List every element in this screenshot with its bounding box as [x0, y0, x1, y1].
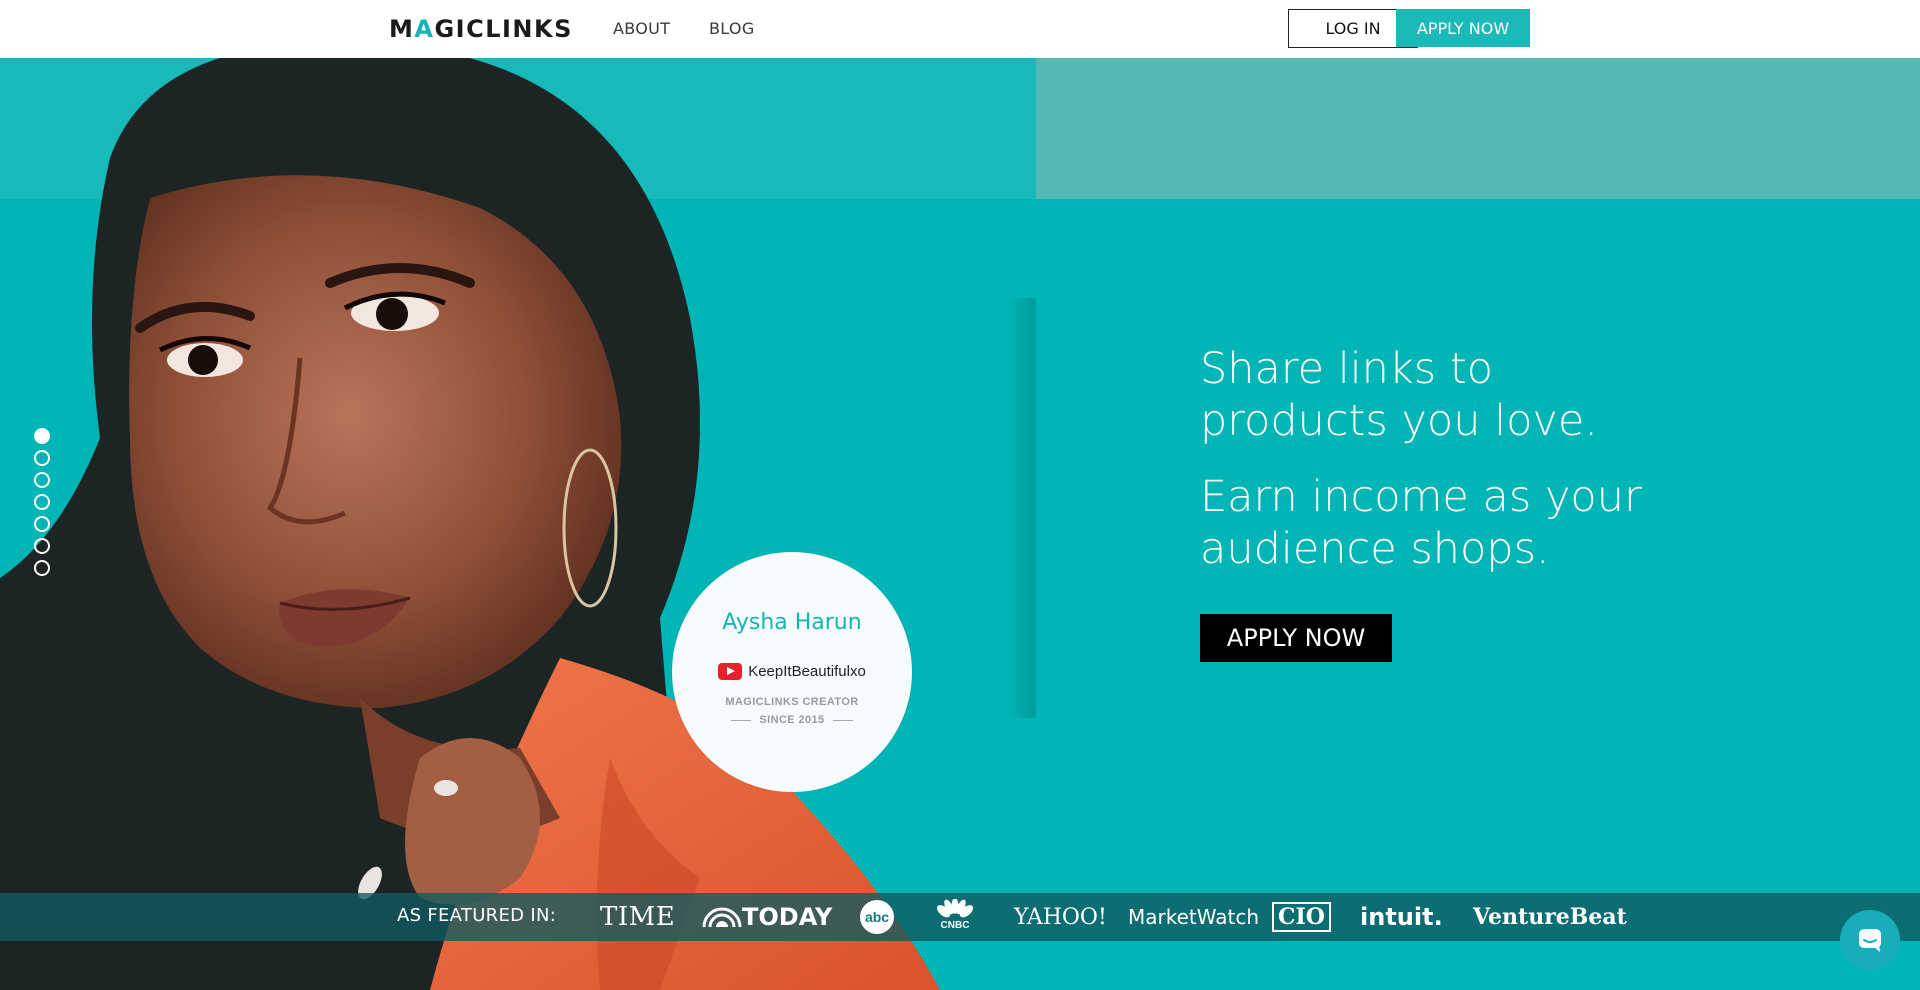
creator-since-text: SINCE 2015: [759, 714, 825, 726]
nav-blog-link[interactable]: BLOG: [709, 19, 755, 38]
abc-logo: abc: [860, 900, 894, 934]
hero-divider-shadow: [1006, 298, 1036, 718]
slide-dot-5[interactable]: [34, 516, 50, 532]
venturebeat-logo: VentureBeat: [1473, 904, 1627, 930]
slide-dot-7[interactable]: [34, 560, 50, 576]
hero-headline-line-1: Share links to products you love.: [1200, 344, 1598, 446]
today-logo: TODAY: [702, 901, 832, 933]
apply-now-header-button[interactable]: APPLY NOW: [1396, 9, 1530, 47]
slide-dot-4[interactable]: [34, 494, 50, 510]
creator-card: Aysha Harun KeepItBeautifulxo MAGICLINKS…: [672, 552, 912, 792]
hero-top-band-right: [1036, 58, 1920, 199]
hero-section: Aysha Harun KeepItBeautifulxo MAGICLINKS…: [0, 58, 1920, 990]
nbc-peacock-icon: [936, 899, 974, 918]
logo-text: GICLINKS: [434, 15, 573, 43]
yahoo-finance-logo: YAHOO!: [1014, 904, 1107, 930]
magiclinks-logo[interactable]: MAGICLINKS: [389, 15, 573, 43]
nav-about-link[interactable]: ABOUT: [613, 19, 670, 38]
chat-launcher-button[interactable]: [1840, 910, 1900, 970]
logo-letter: M: [389, 15, 415, 43]
slide-dot-6[interactable]: [34, 538, 50, 554]
top-navbar: MAGICLINKS ABOUT BLOG LOG IN APPLY NOW: [0, 0, 1920, 58]
today-sun-icon: [702, 907, 742, 927]
chat-icon: [1859, 929, 1881, 952]
slide-dot-3[interactable]: [34, 472, 50, 488]
creator-since: SINCE 2015: [672, 714, 912, 726]
creator-name: Aysha Harun: [722, 610, 862, 635]
logo-accent-letter: A: [414, 15, 435, 43]
featured-in-bar: AS FEATURED IN: TIME TODAY abc CNBC YAHO…: [0, 893, 1920, 941]
marketwatch-logo: MarketWatch: [1128, 905, 1260, 929]
slide-pagination: [34, 428, 50, 582]
intuit-logo: intuit.: [1360, 903, 1443, 931]
youtube-icon: [718, 663, 743, 680]
divider-line: [832, 719, 853, 721]
cio-logo: CIO: [1272, 902, 1331, 932]
cnbc-logo-text: CNBC: [940, 920, 970, 931]
creator-channel[interactable]: KeepItBeautifulxo: [672, 663, 912, 680]
divider-line: [731, 719, 752, 721]
creator-role: MAGICLINKS CREATOR: [725, 696, 859, 708]
time-logo: TIME: [600, 902, 676, 932]
today-logo-text: TODAY: [742, 903, 833, 931]
featured-in-label: AS FEATURED IN:: [397, 905, 557, 926]
hero-headline-line-2: Earn income as your audience shops.: [1200, 472, 1642, 574]
creator-portrait-image: [0, 58, 940, 990]
hero-headline: Share links to products you love. Earn i…: [1200, 343, 1660, 599]
creator-channel-name: KeepItBeautifulxo: [748, 663, 866, 680]
cnbc-logo: CNBC: [934, 899, 976, 931]
slide-dot-2[interactable]: [34, 450, 50, 466]
apply-now-hero-button[interactable]: APPLY NOW: [1200, 614, 1392, 662]
slide-dot-1[interactable]: [34, 428, 50, 444]
